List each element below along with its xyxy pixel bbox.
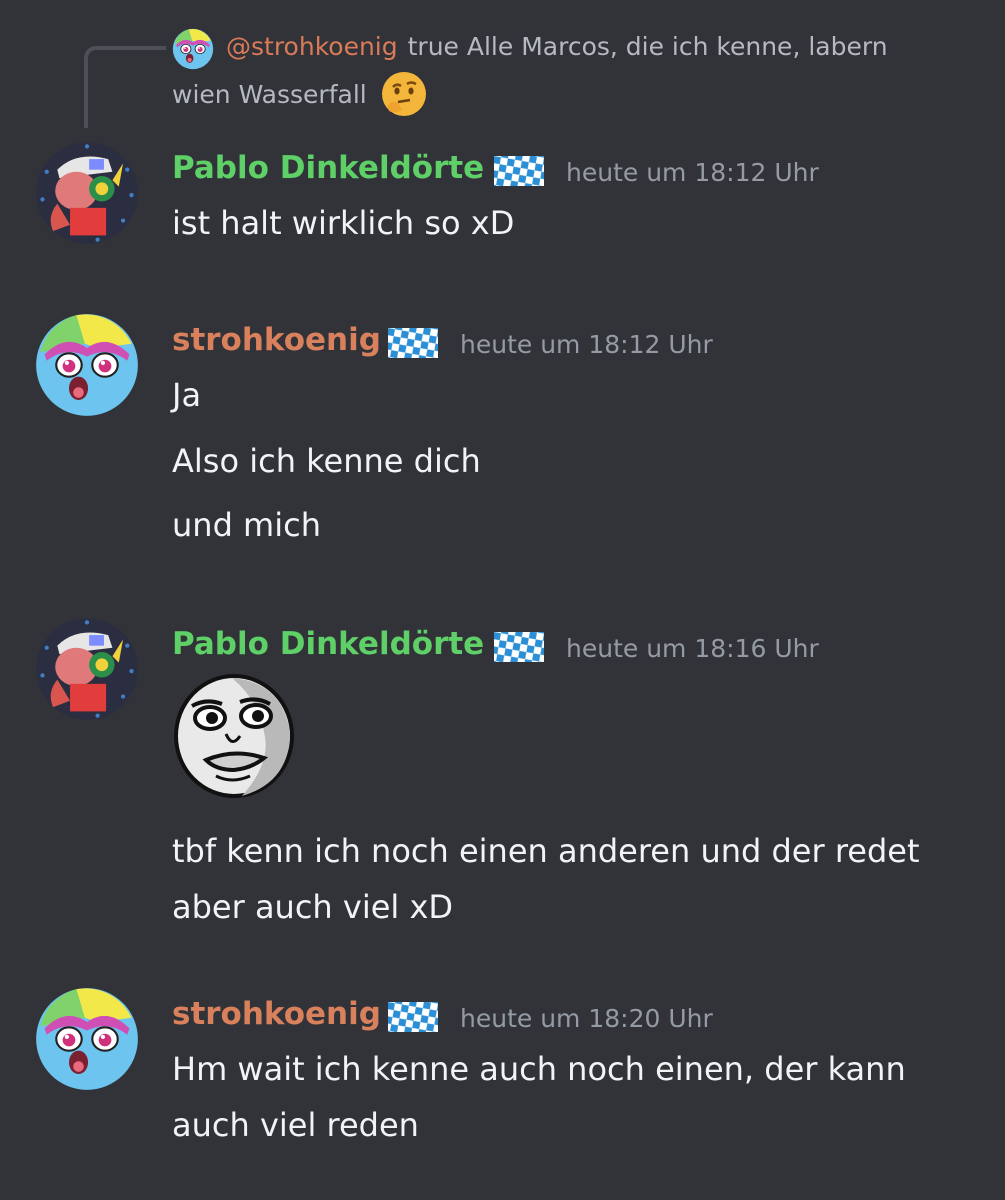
- avatar-pablo[interactable]: [34, 140, 140, 246]
- avatar-strohkoenig[interactable]: [34, 986, 140, 1092]
- message-text: auch viel reden: [172, 1106, 419, 1144]
- message-text: und mich: [172, 506, 321, 544]
- message-text: tbf kenn ich noch einen anderen und der …: [172, 832, 920, 870]
- username-strohkoenig[interactable]: strohkoenig: [172, 322, 381, 358]
- message-text: Also ich kenne dich: [172, 442, 481, 480]
- bavaria-flag-icon: [388, 328, 438, 358]
- bavaria-flag-icon: [494, 156, 544, 186]
- message-timestamp[interactable]: heute um 18:20 Uhr: [460, 1004, 713, 1033]
- reply-connector-line: [84, 46, 166, 128]
- message-text: Ja: [172, 376, 202, 414]
- meme-face-sticker[interactable]: [172, 672, 300, 800]
- reply-avatar[interactable]: [172, 28, 214, 70]
- thinking-face-icon: [382, 72, 426, 116]
- username-pablo[interactable]: Pablo Dinkeldörte: [172, 626, 484, 662]
- reply-text-line2: wien Wasserfall: [172, 80, 367, 109]
- message-text: ist halt wirklich so xD: [172, 204, 515, 242]
- avatar-pablo[interactable]: [34, 616, 140, 722]
- username-pablo[interactable]: Pablo Dinkeldörte: [172, 150, 484, 186]
- avatar-strohkoenig[interactable]: [34, 312, 140, 418]
- message-timestamp[interactable]: heute um 18:12 Uhr: [566, 158, 819, 187]
- reply-mention[interactable]: @strohkoenig: [226, 32, 398, 61]
- reply-preview[interactable]: @strohkoenig true Alle Marcos, die ich ke…: [226, 32, 888, 61]
- message-timestamp[interactable]: heute um 18:16 Uhr: [566, 634, 819, 663]
- message-timestamp[interactable]: heute um 18:12 Uhr: [460, 330, 713, 359]
- bavaria-flag-icon: [388, 1002, 438, 1032]
- message-text: Hm wait ich kenne auch noch einen, der k…: [172, 1050, 906, 1088]
- bavaria-flag-icon: [494, 632, 544, 662]
- username-strohkoenig[interactable]: strohkoenig: [172, 996, 381, 1032]
- message-text: aber auch viel xD: [172, 888, 454, 926]
- reply-text-line1: true Alle Marcos, die ich kenne, labern: [407, 32, 888, 61]
